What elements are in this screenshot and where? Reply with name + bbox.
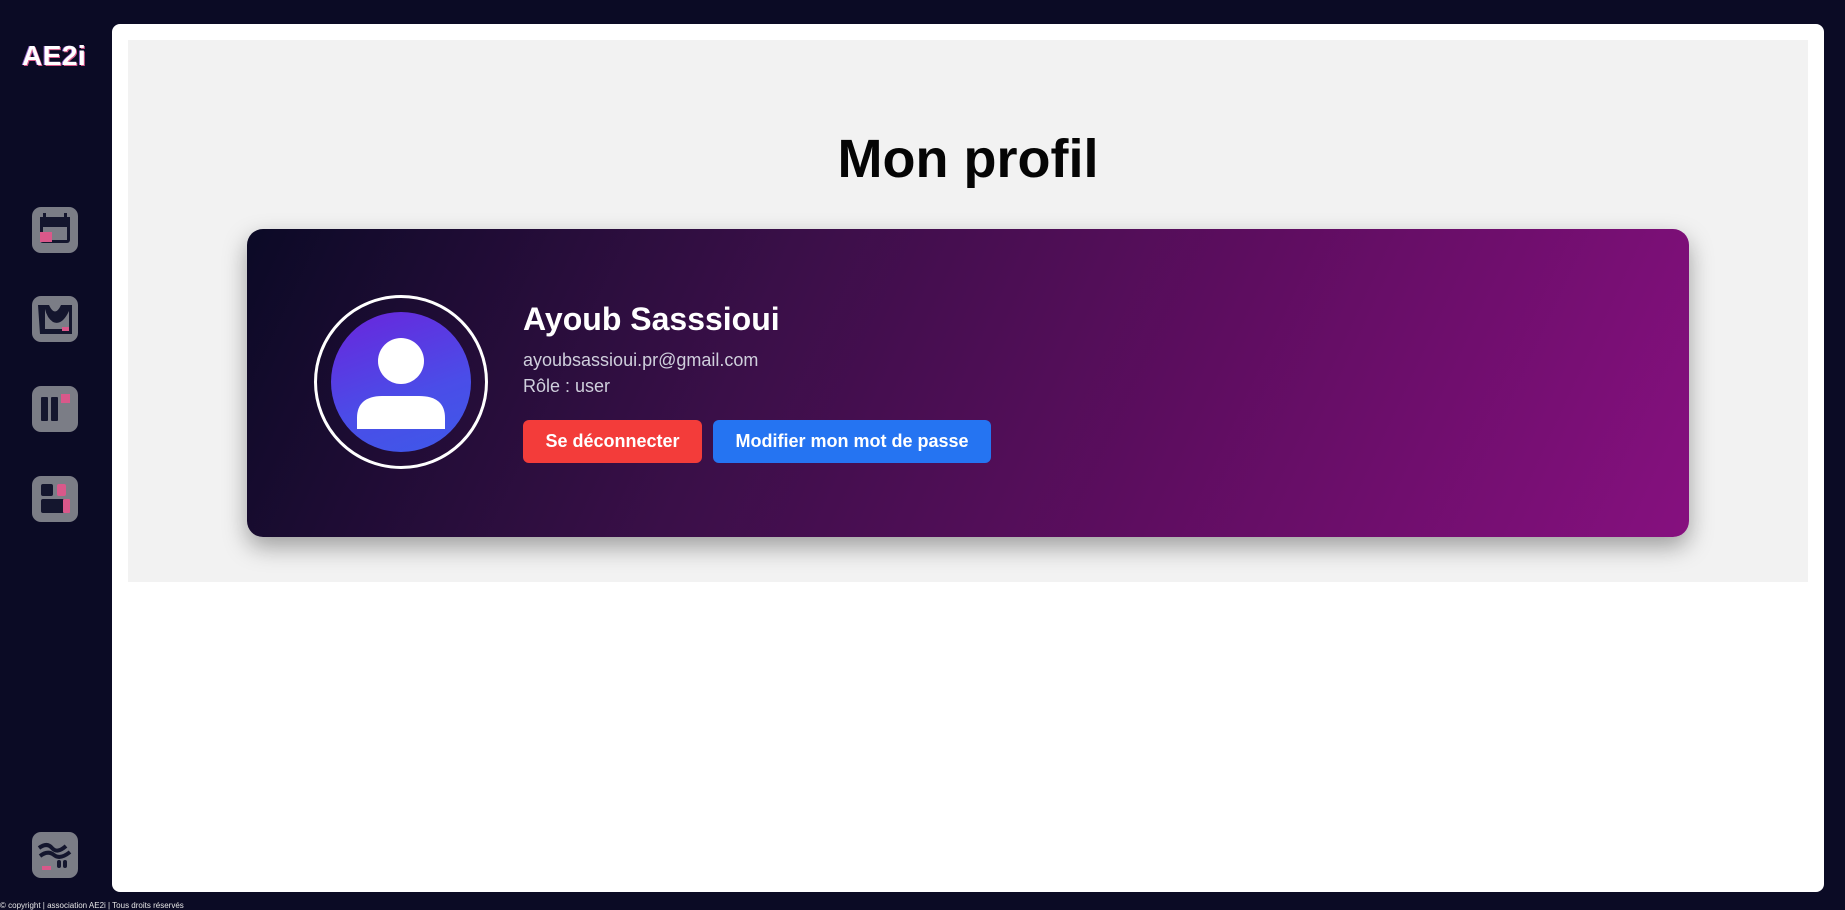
settings-icon: [37, 843, 72, 870]
app-logo[interactable]: AE2i: [22, 40, 86, 72]
user-name: Ayoub Sasssioui: [523, 301, 780, 337]
page-title: Mon profil: [837, 129, 1099, 189]
dashboard-icon: [41, 394, 70, 421]
profile-section: Mon profil Ayoub Sasssioui ayoubsassioui…: [128, 40, 1808, 582]
change-password-button[interactable]: Modifier mon mot de passe: [713, 420, 991, 463]
calendar-icon: [40, 213, 70, 243]
nav-widgets-button[interactable]: [32, 476, 78, 522]
avatar-ring: [314, 295, 488, 469]
main-panel: Mon profil Ayoub Sasssioui ayoubsassioui…: [112, 24, 1824, 892]
user-role: Rôle : user: [523, 376, 611, 396]
nav-settings-button[interactable]: [32, 832, 78, 878]
nav-dashboard-button[interactable]: [32, 386, 78, 432]
nav-apparel-button[interactable]: [32, 296, 78, 342]
profile-card: Ayoub Sasssioui ayoubsassioui.pr@gmail.c…: [247, 229, 1689, 537]
logout-button[interactable]: Se déconnecter: [523, 420, 702, 463]
avatar: [331, 312, 471, 452]
widgets-icon: [41, 484, 70, 513]
nav-calendar-button[interactable]: [32, 207, 78, 253]
apparel-icon: [38, 305, 72, 334]
user-icon: [357, 338, 445, 429]
sidebar: AE2i: [0, 0, 112, 910]
user-email: ayoubsassioui.pr@gmail.com: [523, 350, 759, 370]
footer-copyright: © copyright | association AE2i | Tous dr…: [0, 901, 184, 910]
